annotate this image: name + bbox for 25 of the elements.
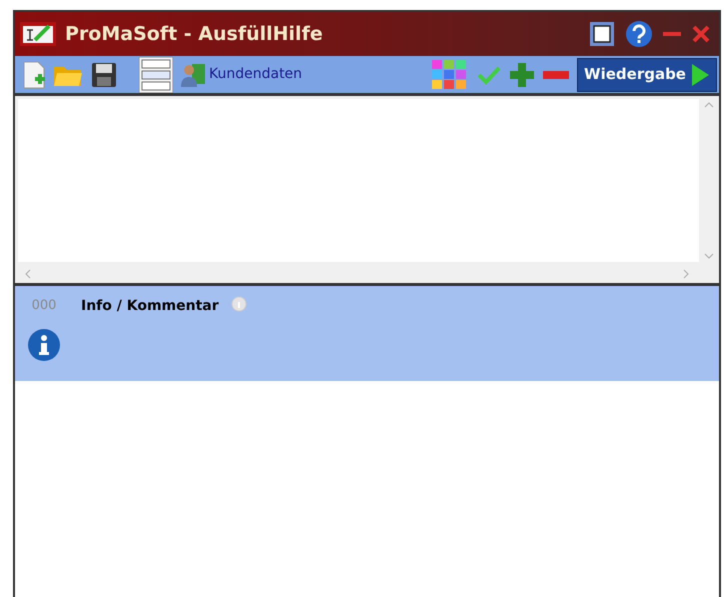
- info-icon: [27, 328, 61, 362]
- customer-data-link[interactable]: Kundendaten: [209, 64, 302, 85]
- minus-icon[interactable]: [543, 70, 570, 78]
- window-title: ProMaSoft - AusfüllHilfe: [65, 22, 323, 47]
- scroll-up-icon[interactable]: [704, 102, 714, 108]
- customer-icon[interactable]: [179, 62, 207, 88]
- play-icon: [690, 62, 710, 86]
- scroll-right-icon[interactable]: [683, 269, 689, 279]
- info-title: Info / Kommentar: [81, 297, 219, 316]
- info-small-icon[interactable]: [230, 296, 247, 312]
- plus-icon[interactable]: [509, 62, 536, 88]
- playback-button[interactable]: Wiedergabe: [577, 58, 717, 92]
- maximize-icon[interactable]: [589, 21, 615, 47]
- entry-number: 000: [32, 297, 56, 315]
- checkmark-icon[interactable]: [477, 64, 502, 84]
- new-file-icon[interactable]: [21, 60, 47, 90]
- scroll-down-icon[interactable]: [704, 253, 714, 259]
- scroll-left-icon[interactable]: [25, 269, 31, 279]
- close-icon[interactable]: [691, 24, 711, 44]
- form-stack-icon[interactable]: [139, 56, 173, 92]
- minimize-icon[interactable]: [663, 31, 681, 37]
- app-logo-icon: [19, 21, 57, 47]
- save-icon[interactable]: [91, 62, 117, 88]
- help-icon[interactable]: [625, 20, 653, 48]
- color-grid-icon[interactable]: [431, 58, 468, 90]
